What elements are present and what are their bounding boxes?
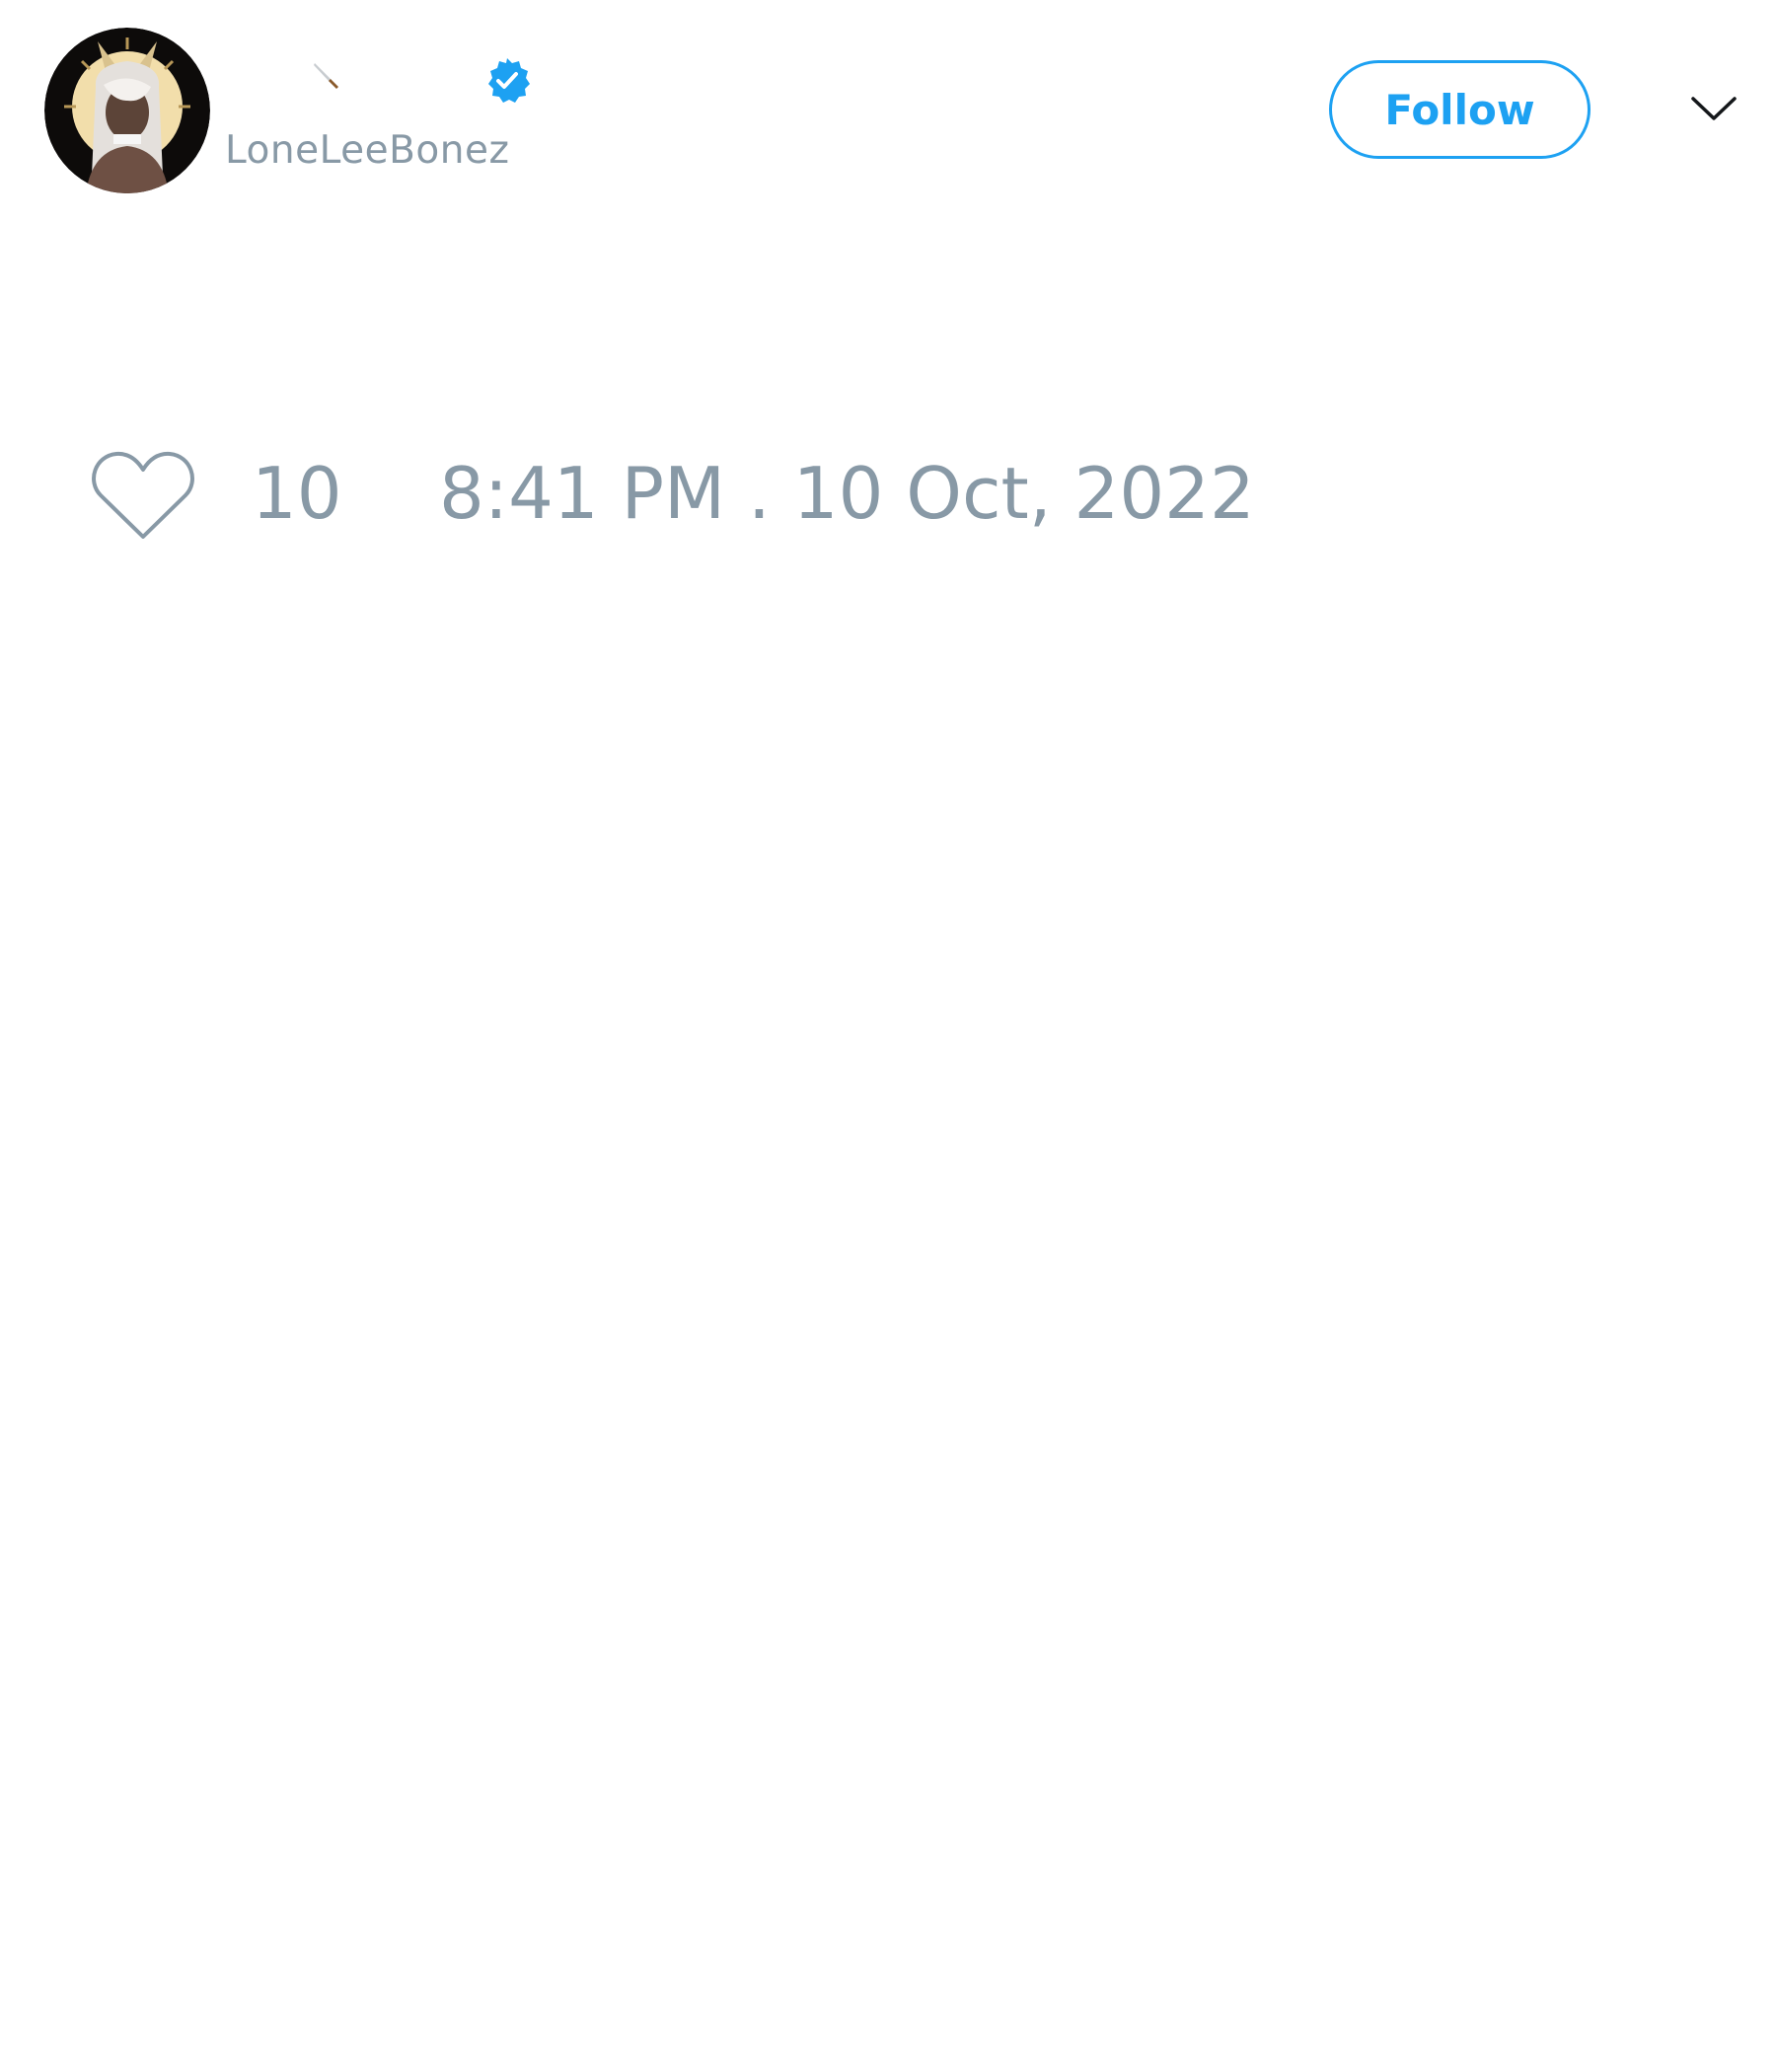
follow-button[interactable]: Follow <box>1329 60 1591 159</box>
tweet-card: LoneLeeBonez Follow 10 8:41 PM . 10 Oct,… <box>0 0 1776 2072</box>
heart-icon[interactable] <box>89 446 197 545</box>
avatar[interactable] <box>44 28 210 193</box>
like-count: 10 <box>252 452 342 535</box>
avatar-image <box>44 28 210 193</box>
verified-badge-icon <box>482 56 532 106</box>
tweet-timestamp[interactable]: 8:41 PM . 10 Oct, 2022 <box>439 452 1255 535</box>
display-name <box>225 49 541 109</box>
author-handle[interactable]: LoneLeeBonez <box>225 126 509 176</box>
knife-emoji-icon <box>312 59 341 89</box>
chevron-down-icon[interactable] <box>1689 89 1739 128</box>
